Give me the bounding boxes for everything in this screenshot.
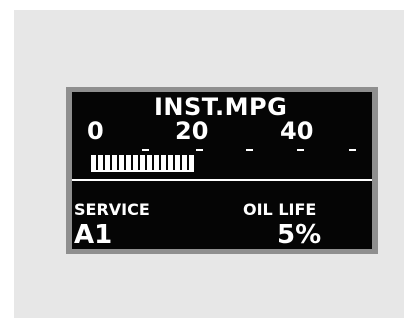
scale-tick [297,149,304,151]
service-label: SERVICE [74,200,150,219]
scale-tick [142,149,149,151]
oil-life-label: OIL LIFE [243,200,317,219]
scale-tick [196,149,203,151]
scale-label-20: 20 [175,117,209,145]
display-divider [72,179,372,181]
oil-life-value: 5% [277,220,322,249]
scale-label-40: 40 [280,117,314,145]
scale-label-0: 0 [87,117,104,145]
scale-tick [349,149,356,151]
inst-mpg-title: INST.MPG [154,93,288,121]
service-code: A1 [74,220,113,249]
instrument-display: INST.MPG 0 20 40 SERVICE OIL LIFE A1 5% [72,92,372,249]
scale-tick [246,149,253,151]
mpg-bar-baseline [91,170,191,172]
